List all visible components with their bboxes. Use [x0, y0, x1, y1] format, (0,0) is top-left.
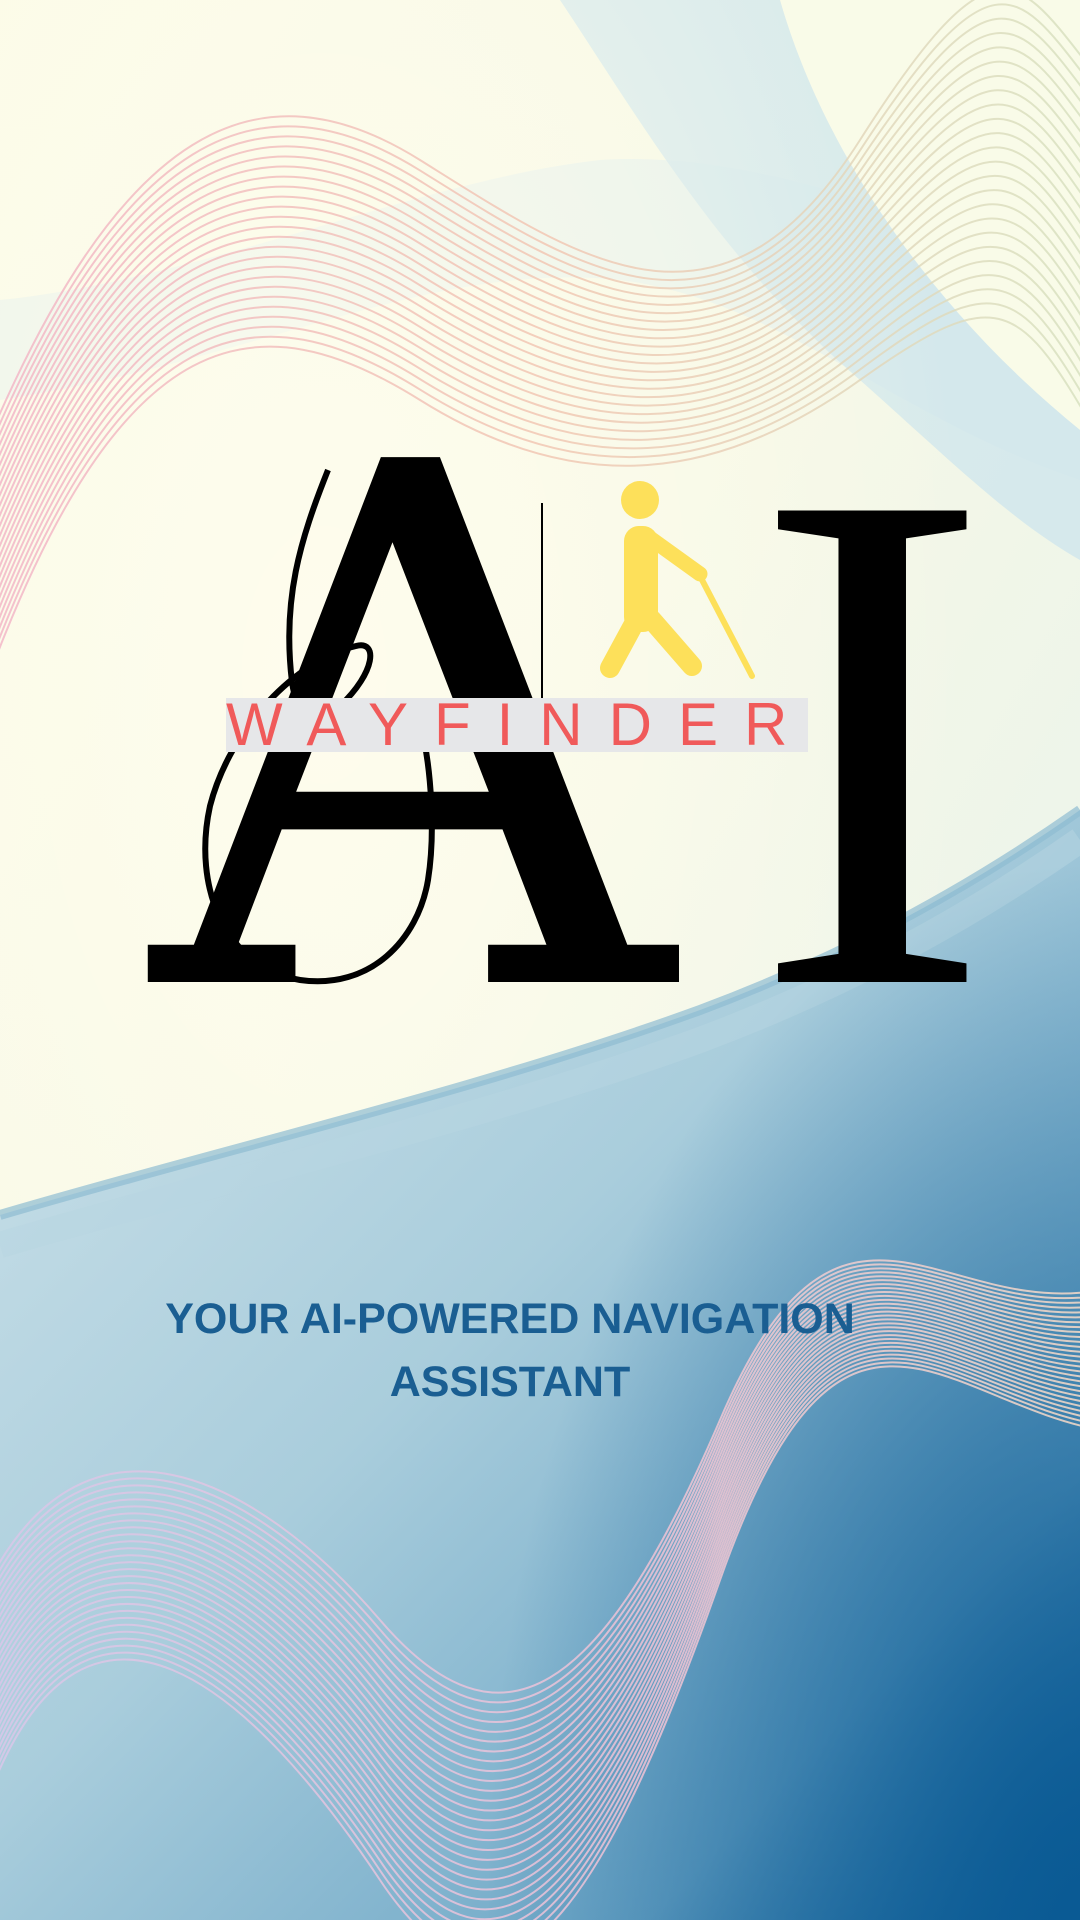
tagline-line-1: YOUR AI-POWERED NAVIGATION	[165, 1295, 855, 1343]
tagline-line-2: ASSISTANT	[389, 1358, 631, 1406]
brand-name: WAYFINDER	[226, 691, 814, 758]
ai-monogram-logo: A I	[141, 314, 992, 1080]
splash-screen: A I WAYFINDER YOUR AI-POWERED NAVIGATION…	[0, 0, 1080, 1920]
blind-person-with-cane-icon	[600, 481, 755, 679]
tagline: YOUR AI-POWERED NAVIGATION ASSISTANT	[90, 1288, 930, 1414]
